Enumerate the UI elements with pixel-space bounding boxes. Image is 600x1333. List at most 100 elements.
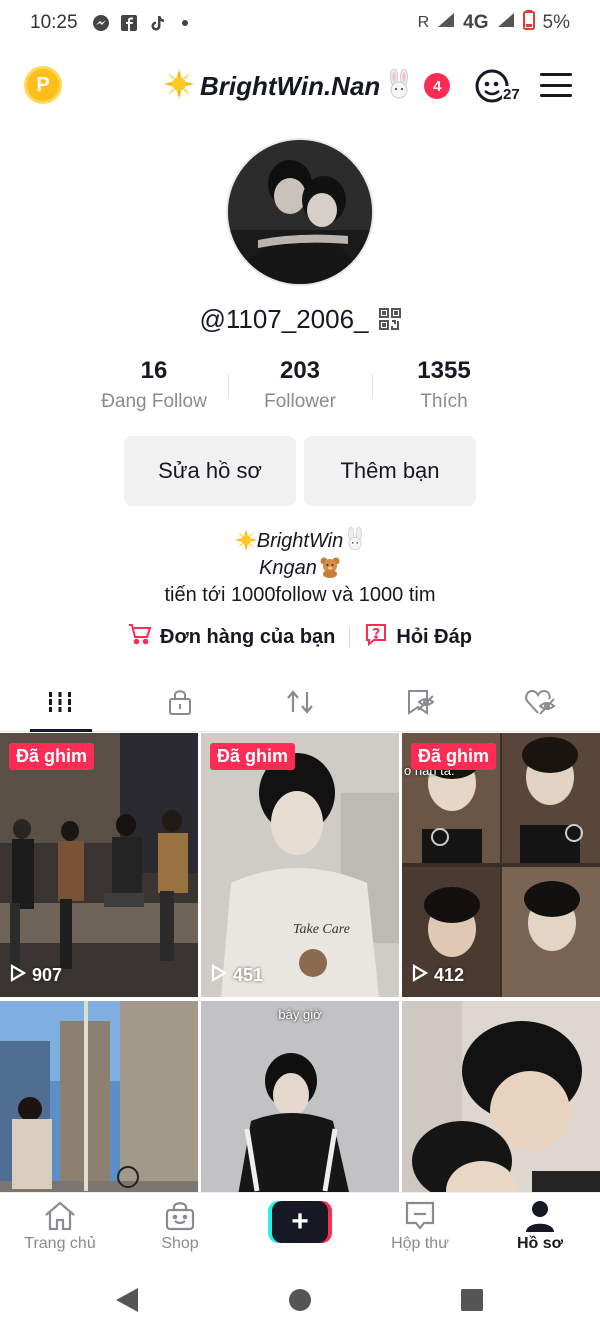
sun-emoji bbox=[164, 68, 194, 104]
qa-link[interactable]: Hỏi Đáp bbox=[364, 622, 472, 652]
svg-text:Take Care: Take Care bbox=[293, 922, 350, 937]
view-count: 907 bbox=[10, 964, 62, 987]
battery-low-icon bbox=[522, 10, 535, 36]
home-circle-icon[interactable] bbox=[288, 1288, 312, 1317]
stat-followers[interactable]: 203 Follower bbox=[220, 355, 380, 413]
bio-text-2: Kngan bbox=[259, 557, 317, 579]
network-label: R bbox=[417, 14, 430, 31]
orders-link-label: Đơn hàng của bạn bbox=[160, 625, 336, 648]
stat-followers-value: 203 bbox=[279, 357, 321, 384]
create-plus-icon: + bbox=[291, 1205, 309, 1238]
tab-active-indicator bbox=[30, 729, 92, 732]
profile-links: Đơn hàng của bạn Hỏi Đáp bbox=[0, 620, 600, 654]
view-count: 451 bbox=[211, 964, 263, 987]
pinned-badge: Đã ghim bbox=[411, 743, 497, 770]
nav-home-label: Trang chủ bbox=[24, 1235, 96, 1252]
bio-line-1: BrightWin bbox=[0, 527, 600, 553]
avatar[interactable] bbox=[226, 138, 374, 286]
orders-link[interactable]: Đơn hàng của bạn bbox=[128, 623, 335, 651]
notification-badge: 4 bbox=[424, 73, 451, 99]
tab-liked[interactable] bbox=[480, 676, 600, 732]
video-thumbnail[interactable] bbox=[402, 1001, 600, 1193]
account-switcher[interactable]: BrightWin.Nan 4 bbox=[164, 68, 451, 104]
view-count: 412 bbox=[412, 964, 464, 987]
qr-code-icon[interactable] bbox=[378, 308, 401, 330]
rabbit-emoji bbox=[345, 527, 365, 557]
stat-followers-label: Follower bbox=[264, 391, 336, 412]
tab-reposts[interactable] bbox=[240, 676, 360, 732]
saved-icon bbox=[405, 688, 435, 721]
edit-profile-button[interactable]: Sửa hồ sơ bbox=[124, 436, 296, 506]
tab-private[interactable] bbox=[120, 676, 240, 732]
video-thumbnail[interactable]: Đã ghim 907 bbox=[0, 733, 198, 997]
profile-stats: 16 Đang Follow 203 Follower 1355 Thích bbox=[0, 355, 600, 425]
recents-icon[interactable] bbox=[460, 1288, 484, 1317]
view-count-value: 907 bbox=[32, 965, 63, 985]
stat-likes-label: Thích bbox=[420, 391, 468, 412]
status-notification-icons bbox=[92, 14, 194, 32]
profile-top-bar: P BrightWin.Nan 4 27 bbox=[0, 56, 600, 116]
nav-inbox-label: Hộp thư bbox=[391, 1235, 449, 1252]
pinned-badge: Đã ghim bbox=[9, 743, 95, 770]
menu-icon[interactable] bbox=[540, 73, 572, 97]
teddy-bear-emoji bbox=[319, 556, 341, 584]
username-row: @1107_2006_ bbox=[0, 300, 600, 338]
signal-icon-2 bbox=[497, 12, 515, 34]
view-count-value: 451 bbox=[233, 965, 264, 985]
messenger-icon bbox=[92, 14, 110, 32]
video-thumbnail[interactable]: bây giờ bbox=[201, 1001, 399, 1193]
cart-icon bbox=[128, 623, 152, 651]
video-thumbnail[interactable]: Take Care Đã ghim 451 bbox=[201, 733, 399, 997]
repost-icon bbox=[285, 688, 315, 721]
system-navigation-bar bbox=[0, 1264, 600, 1333]
signal-icon bbox=[437, 12, 455, 34]
qa-link-label: Hỏi Đáp bbox=[396, 625, 472, 648]
account-title: BrightWin.Nan bbox=[200, 70, 381, 101]
nav-profile-label: Hồ sơ bbox=[516, 1235, 564, 1252]
tab-saved[interactable] bbox=[360, 676, 480, 732]
question-icon bbox=[364, 622, 388, 652]
stat-likes-value: 1355 bbox=[417, 357, 471, 384]
video-grid: Đã ghim 907 Take Care Đã ghim 451 o han … bbox=[0, 733, 600, 1193]
video-thumbnail[interactable]: o han ta: Đã ghim 412 bbox=[402, 733, 600, 997]
stat-following-value: 16 bbox=[140, 357, 168, 384]
add-friend-button[interactable]: Thêm bạn bbox=[304, 436, 476, 506]
facebook-icon bbox=[120, 14, 138, 32]
coin-icon[interactable]: P bbox=[24, 66, 62, 104]
videos-grid-icon bbox=[47, 689, 73, 720]
shop-icon bbox=[163, 1200, 197, 1237]
status-time: 10:25 bbox=[30, 12, 78, 33]
back-icon[interactable] bbox=[114, 1286, 140, 1319]
tab-videos[interactable] bbox=[0, 676, 120, 732]
signal-label: 4G bbox=[463, 12, 489, 33]
video-overlay-text: bây giờ bbox=[278, 1007, 322, 1022]
inbox-icon bbox=[403, 1200, 437, 1237]
dot-icon bbox=[176, 14, 194, 32]
username: @1107_2006_ bbox=[199, 303, 369, 334]
stat-following[interactable]: 16 Đang Follow bbox=[74, 355, 234, 413]
bio-line-3: tiến tới 1000follow và 1000 tim bbox=[164, 584, 436, 606]
nav-shop[interactable]: Shop bbox=[120, 1201, 240, 1253]
battery-label: 5% bbox=[542, 12, 570, 33]
stat-following-label: Đang Follow bbox=[101, 391, 207, 412]
bottom-navigation: Trang chủ Shop + Hộp thư Hồ sơ bbox=[0, 1192, 600, 1264]
play-icon bbox=[10, 964, 27, 987]
video-thumbnail[interactable] bbox=[0, 1001, 198, 1193]
rabbit-emoji bbox=[386, 68, 412, 104]
nav-profile[interactable]: Hồ sơ bbox=[480, 1199, 600, 1253]
profile-icon bbox=[523, 1199, 557, 1238]
link-divider bbox=[349, 627, 351, 647]
status-right: R 4G 5% bbox=[418, 10, 570, 36]
nav-home[interactable]: Trang chủ bbox=[0, 1201, 120, 1253]
stat-likes[interactable]: 1355 Thích bbox=[364, 355, 524, 413]
nav-inbox[interactable]: Hộp thư bbox=[360, 1201, 480, 1253]
content-tabs bbox=[0, 676, 600, 732]
liked-icon bbox=[524, 688, 556, 721]
tiktok-icon bbox=[148, 14, 166, 32]
status-bar: 10:25 R 4G 5% bbox=[0, 0, 600, 46]
play-icon bbox=[211, 964, 228, 987]
play-icon bbox=[412, 964, 429, 987]
create-button[interactable]: + bbox=[268, 1201, 332, 1243]
home-icon bbox=[43, 1200, 77, 1237]
pinned-badge: Đã ghim bbox=[210, 743, 296, 770]
